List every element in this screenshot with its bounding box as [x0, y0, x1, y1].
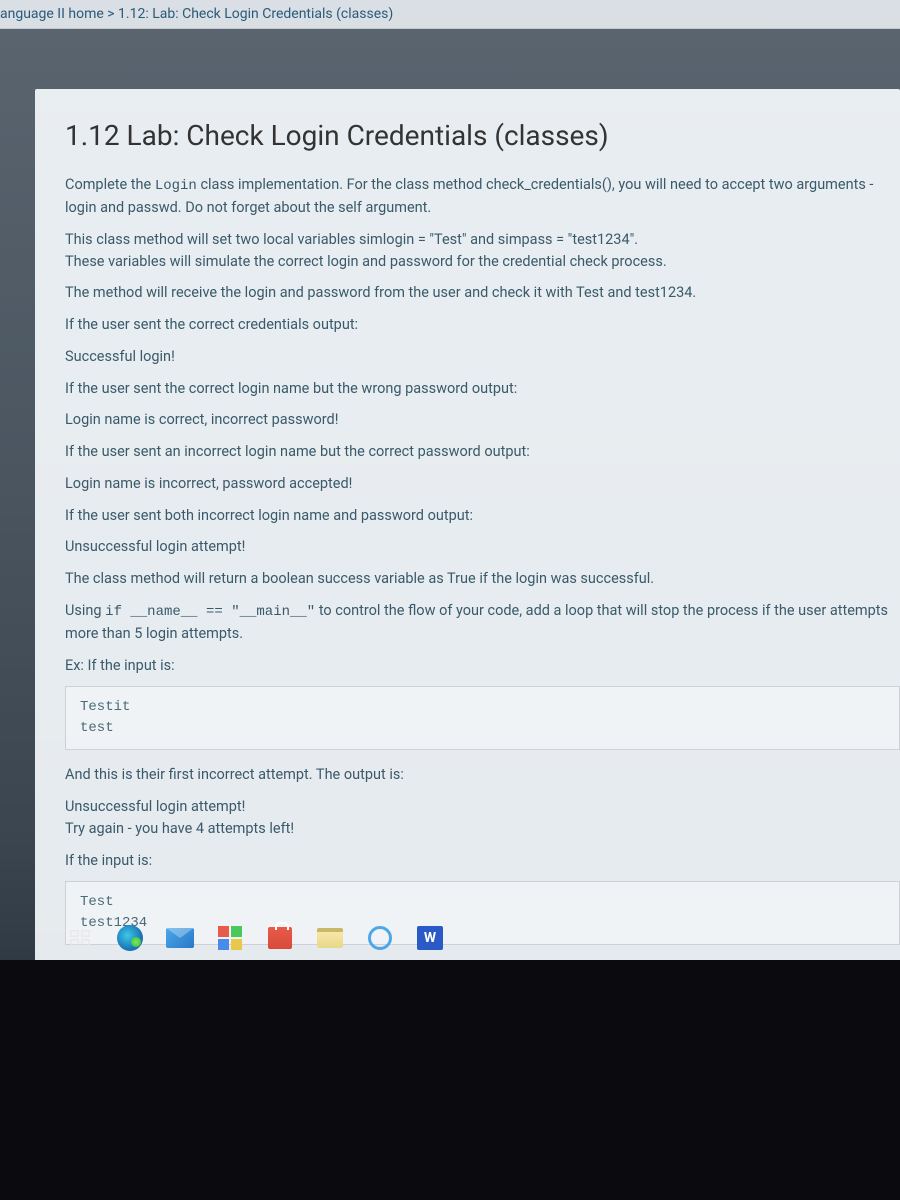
paragraph: And this is their first incorrect attemp…: [65, 764, 900, 786]
paragraph: Successful login!: [65, 346, 900, 368]
file-explorer-icon[interactable]: [316, 924, 344, 952]
paragraph: If the user sent both incorrect login na…: [65, 505, 900, 527]
code-inline: Login: [155, 178, 197, 194]
store-icon[interactable]: [266, 924, 294, 952]
dark-area: [0, 960, 900, 1200]
paragraph: This class method will set two local var…: [65, 229, 900, 273]
code-inline: if __name__ == "__main__": [105, 604, 315, 620]
taskbar: W: [56, 918, 454, 958]
paragraph: Complete the Login class implementation.…: [65, 174, 900, 219]
word-icon[interactable]: W: [416, 924, 444, 952]
task-view-icon[interactable]: [66, 924, 94, 952]
microsoft-store-grid-icon[interactable]: [216, 924, 244, 952]
breadcrumb[interactable]: anguage II home > 1.12: Lab: Check Login…: [0, 0, 900, 29]
edge-browser-icon[interactable]: [116, 924, 144, 952]
paragraph: If the user sent the correct credentials…: [65, 314, 900, 336]
paragraph: Unsuccessful login attempt!: [65, 536, 900, 558]
paragraph: If the user sent an incorrect login name…: [65, 441, 900, 463]
cortana-icon[interactable]: [366, 924, 394, 952]
paragraph: Login name is incorrect, password accept…: [65, 473, 900, 495]
paragraph: If the input is:: [65, 850, 900, 872]
mail-icon[interactable]: [166, 924, 194, 952]
paragraph: The class method will return a boolean s…: [65, 568, 900, 590]
paragraph: Unsuccessful login attempt! Try again - …: [65, 796, 900, 840]
paragraph: Login name is correct, incorrect passwor…: [65, 409, 900, 431]
paragraph: The method will receive the login and pa…: [65, 282, 900, 304]
paragraph: Ex: If the input is:: [65, 655, 900, 677]
page-title: 1.12 Lab: Check Login Credentials (class…: [65, 119, 900, 152]
main-content: 1.12 Lab: Check Login Credentials (class…: [35, 89, 900, 1053]
code-block: Testit test: [65, 686, 900, 750]
paragraph: If the user sent the correct login name …: [65, 378, 900, 400]
paragraph: Using if __name__ == "__main__" to contr…: [65, 600, 900, 645]
